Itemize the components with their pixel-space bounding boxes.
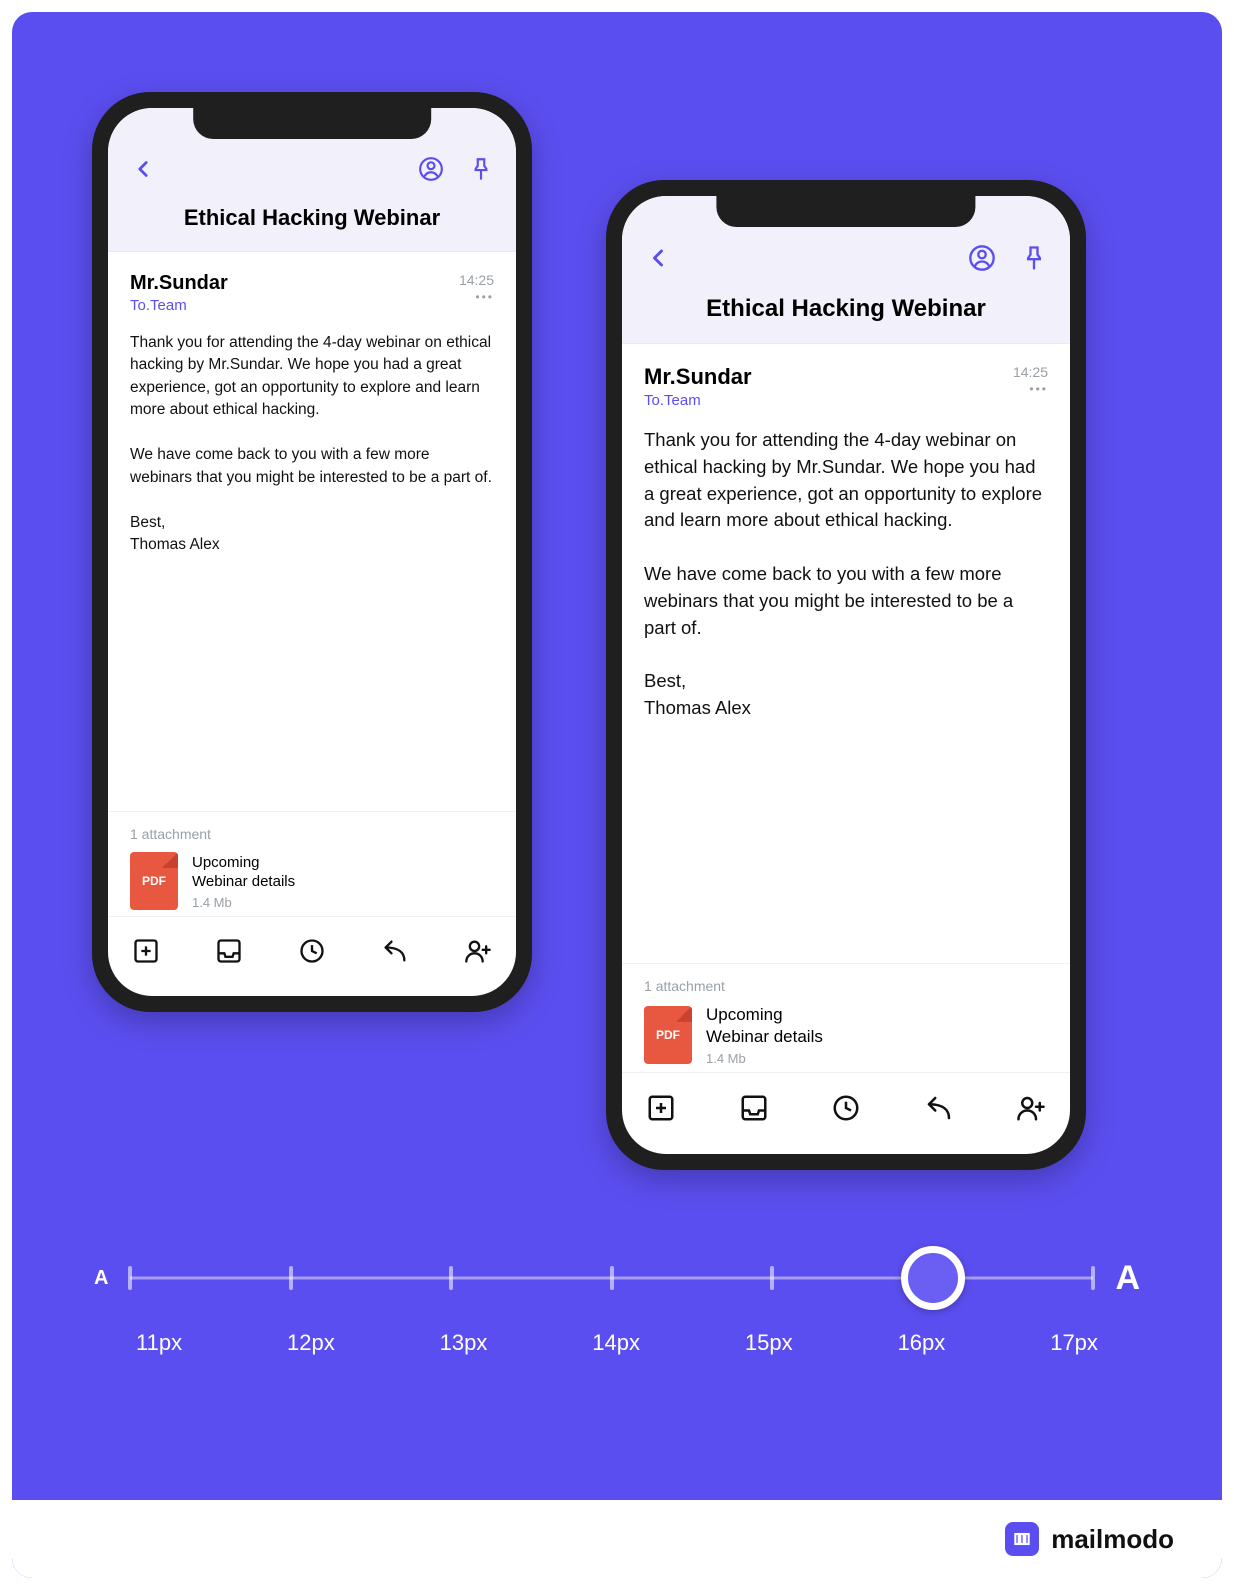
slider-tick-label: 16px xyxy=(898,1330,946,1356)
add-contact-icon[interactable] xyxy=(464,937,492,970)
phone-notch xyxy=(193,107,431,139)
attachment-item[interactable]: PDF Upcoming Webinar details 1.4 Mb xyxy=(644,1004,1048,1066)
slider-tick[interactable] xyxy=(610,1266,614,1290)
message-header: Mr.Sundar To.Team 14:25 ••• xyxy=(108,252,516,320)
footer: mailmodo xyxy=(12,1500,1222,1578)
phone-preview-small-font: Ethical Hacking Webinar Mr.Sundar To.Tea… xyxy=(92,92,532,1012)
add-icon[interactable] xyxy=(132,937,160,970)
sender-name: Mr.Sundar xyxy=(130,272,228,295)
clock-icon[interactable] xyxy=(298,937,326,970)
pdf-icon: PDF xyxy=(644,1006,692,1064)
slider-tick-label: 13px xyxy=(440,1330,488,1356)
phone-notch xyxy=(716,195,975,227)
attachment-item[interactable]: PDF Upcoming Webinar details 1.4 Mb xyxy=(130,852,494,910)
profile-icon[interactable] xyxy=(968,244,996,277)
reply-icon[interactable] xyxy=(924,1093,954,1128)
slider-track[interactable] xyxy=(130,1248,1093,1308)
slider-tick-label: 17px xyxy=(1050,1330,1098,1356)
phone-preview-large-font: Ethical Hacking Webinar Mr.Sundar To.Tea… xyxy=(606,180,1086,1170)
add-icon[interactable] xyxy=(646,1093,676,1128)
attachments-section: 1 attachment PDF Upcoming Webinar detail… xyxy=(622,963,1070,1072)
email-subject: Ethical Hacking Webinar xyxy=(622,295,1070,344)
email-subject: Ethical Hacking Webinar xyxy=(108,205,516,252)
more-icon[interactable]: ••• xyxy=(459,294,494,300)
attachment-count: 1 attachment xyxy=(644,978,1048,994)
pin-icon[interactable] xyxy=(1020,244,1048,277)
message-header: Mr.Sundar To.Team 14:25 ••• xyxy=(622,344,1070,415)
back-icon[interactable] xyxy=(130,156,156,187)
pdf-icon: PDF xyxy=(130,852,178,910)
canvas: Ethical Hacking Webinar Mr.Sundar To.Tea… xyxy=(12,12,1222,1578)
attachment-size: 1.4 Mb xyxy=(192,895,295,910)
phone-screen: Ethical Hacking Webinar Mr.Sundar To.Tea… xyxy=(622,196,1070,1154)
slider-letter-small: A xyxy=(94,1267,108,1290)
email-body: Thank you for attending the 4-day webina… xyxy=(108,320,516,811)
brand-name: mailmodo xyxy=(1051,1524,1174,1555)
slider-tick[interactable] xyxy=(128,1266,132,1290)
action-bar xyxy=(622,1072,1070,1154)
attachments-section: 1 attachment PDF Upcoming Webinar detail… xyxy=(108,811,516,916)
slider-tick[interactable] xyxy=(1091,1266,1095,1290)
add-contact-icon[interactable] xyxy=(1016,1093,1046,1128)
slider-tick-label: 12px xyxy=(287,1330,335,1356)
font-size-slider: A A 11px 12px 13px 14px 15px 16px 17px xyxy=(94,1248,1140,1356)
slider-thumb[interactable] xyxy=(901,1246,965,1310)
brand: mailmodo xyxy=(1005,1522,1174,1556)
attachment-size: 1.4 Mb xyxy=(706,1051,823,1066)
inbox-icon[interactable] xyxy=(739,1093,769,1128)
reply-icon[interactable] xyxy=(381,937,409,970)
timestamp: 14:25 xyxy=(459,272,494,288)
recipient-line[interactable]: To.Team xyxy=(130,297,228,314)
inbox-icon[interactable] xyxy=(215,937,243,970)
email-body: Thank you for attending the 4-day webina… xyxy=(622,415,1070,963)
profile-icon[interactable] xyxy=(418,156,444,187)
slider-tick[interactable] xyxy=(289,1266,293,1290)
brand-logo-icon xyxy=(1005,1522,1039,1556)
pin-icon[interactable] xyxy=(468,156,494,187)
sender-name: Mr.Sundar xyxy=(644,364,752,390)
slider-tick-label: 14px xyxy=(592,1330,640,1356)
slider-tick[interactable] xyxy=(449,1266,453,1290)
recipient-line[interactable]: To.Team xyxy=(644,392,752,409)
slider-tick-labels: 11px 12px 13px 14px 15px 16px 17px xyxy=(136,1330,1098,1356)
back-icon[interactable] xyxy=(644,244,672,277)
timestamp: 14:25 xyxy=(1013,364,1048,380)
more-icon[interactable]: ••• xyxy=(1013,386,1048,392)
attachment-name: Upcoming Webinar details xyxy=(706,1004,823,1048)
attachment-count: 1 attachment xyxy=(130,826,494,842)
slider-tick[interactable] xyxy=(770,1266,774,1290)
attachment-name: Upcoming Webinar details xyxy=(192,853,295,892)
slider-tick-label: 11px xyxy=(136,1330,182,1356)
slider-tick-label: 15px xyxy=(745,1330,793,1356)
phone-screen: Ethical Hacking Webinar Mr.Sundar To.Tea… xyxy=(108,108,516,996)
action-bar xyxy=(108,916,516,996)
slider-letter-large: A xyxy=(1115,1259,1140,1298)
clock-icon[interactable] xyxy=(831,1093,861,1128)
